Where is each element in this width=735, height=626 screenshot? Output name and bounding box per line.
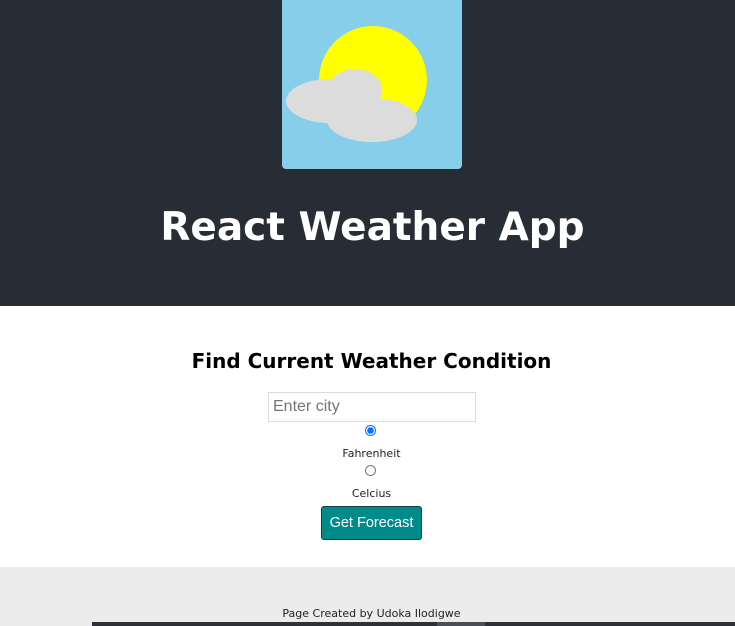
- city-input[interactable]: [268, 392, 476, 422]
- celcius-radio[interactable]: [365, 465, 376, 476]
- scrollbar-thumb[interactable]: [437, 622, 485, 626]
- footer-credit: Page Created by Udoka Ilodigwe: [282, 607, 461, 620]
- fahrenheit-radio[interactable]: [365, 425, 376, 436]
- fahrenheit-label: Fahrenheit: [342, 447, 401, 460]
- get-forecast-button[interactable]: Get Forecast: [321, 506, 422, 540]
- weather-form: Find Current Weather Condition Fahrenhei…: [0, 306, 735, 567]
- horizontal-scrollbar[interactable]: [92, 622, 735, 626]
- form-heading: Find Current Weather Condition: [191, 349, 552, 373]
- cloud-puff-right: [327, 98, 417, 142]
- weather-logo: [282, 0, 462, 169]
- page-title: React Weather App: [160, 205, 585, 250]
- celcius-label: Celcius: [351, 487, 392, 500]
- page-footer: Page Created by Udoka Ilodigwe: [0, 567, 735, 626]
- sun-cloud-icon: [286, 26, 427, 142]
- app-header: React Weather App: [0, 0, 735, 306]
